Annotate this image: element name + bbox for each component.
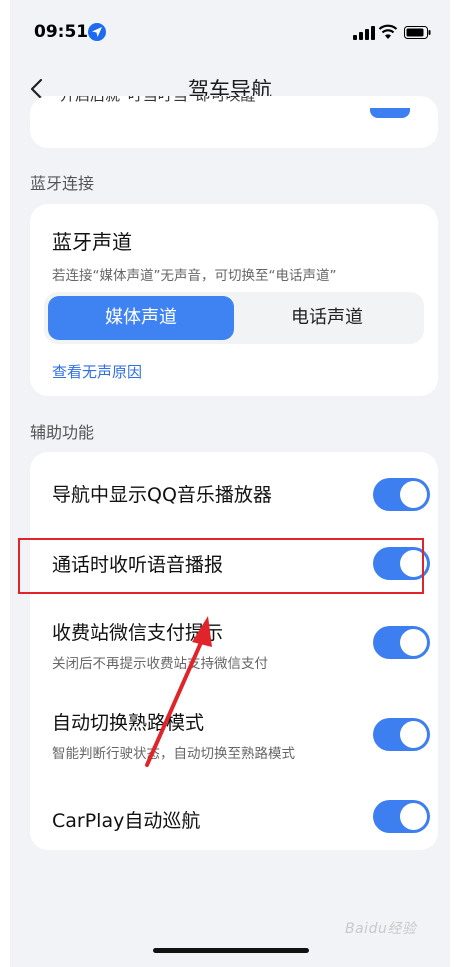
bluetooth-card: 蓝牙声道 若连接“媒体声道”无声音，可切换至“电话声道” 媒体声道 电话声道 查… (30, 204, 438, 396)
toll-wechat-toggle[interactable] (373, 626, 430, 659)
setting-label: 导航中显示QQ音乐播放器 (52, 484, 272, 506)
setting-row-toll-wechat: 收费站微信支付提示 关闭后不再提示收费站支持微信支付 (30, 612, 438, 682)
annotation-highlight-box (18, 538, 424, 594)
status-time: 09:51 (34, 22, 89, 42)
phone-channel-option[interactable]: 电话声道 (234, 296, 420, 340)
setting-row-familiar-route: 自动切换熟路模式 智能判断行驶状态，自动切换至熟路模式 (30, 702, 438, 772)
familiar-route-toggle[interactable] (373, 718, 430, 751)
section-header-bluetooth: 蓝牙连接 (30, 174, 95, 193)
aux-card: 导航中显示QQ音乐播放器 通话时收听语音播报 收费站微信支付提示 关闭后不再提示… (30, 452, 438, 850)
setting-subtitle: 智能判断行驶状态，自动切换至熟路模式 (52, 746, 295, 762)
cut-off-card: 开启后就“叮当叮当”即可唤醒 (30, 96, 438, 148)
toggle-knob (400, 803, 427, 830)
cut-off-text: 开启后就“叮当叮当”即可唤醒 (60, 96, 256, 105)
location-arrow-icon (88, 23, 106, 41)
cellular-signal-icon (353, 26, 375, 40)
setting-row-carplay: CarPlay自动巡航 (30, 792, 438, 842)
bluetooth-channel-subtitle: 若连接“媒体声道”无声音，可切换至“电话声道” (52, 268, 337, 284)
channel-segmented-control: 媒体声道 电话声道 (44, 292, 424, 344)
carplay-cruise-toggle[interactable] (373, 800, 430, 833)
wifi-icon (378, 24, 398, 39)
settings-screen: 09:51 驾车导航 开启后就“叮当叮当”即可唤醒 蓝牙连接 (10, 0, 450, 967)
home-indicator[interactable] (153, 948, 309, 953)
bluetooth-channel-title: 蓝牙声道 (52, 230, 132, 254)
watermark: Baidu经验 (345, 921, 417, 937)
section-header-aux: 辅助功能 (30, 423, 95, 442)
cut-off-toggle[interactable] (370, 108, 410, 118)
status-bar: 09:51 (10, 0, 450, 60)
setting-label: 自动切换熟路模式 (52, 712, 205, 734)
setting-label: 收费站微信支付提示 (52, 622, 224, 644)
media-channel-option[interactable]: 媒体声道 (48, 296, 234, 340)
toggle-knob (400, 481, 427, 508)
setting-subtitle: 关闭后不再提示收费站支持微信支付 (52, 656, 268, 672)
toggle-knob (400, 721, 427, 748)
setting-row-qq-music: 导航中显示QQ音乐播放器 (30, 472, 438, 532)
qq-music-toggle[interactable] (373, 478, 430, 511)
no-sound-reason-link[interactable]: 查看无声原因 (52, 361, 142, 382)
battery-icon (404, 26, 431, 39)
toggle-knob (400, 629, 427, 656)
setting-label: CarPlay自动巡航 (52, 810, 201, 832)
